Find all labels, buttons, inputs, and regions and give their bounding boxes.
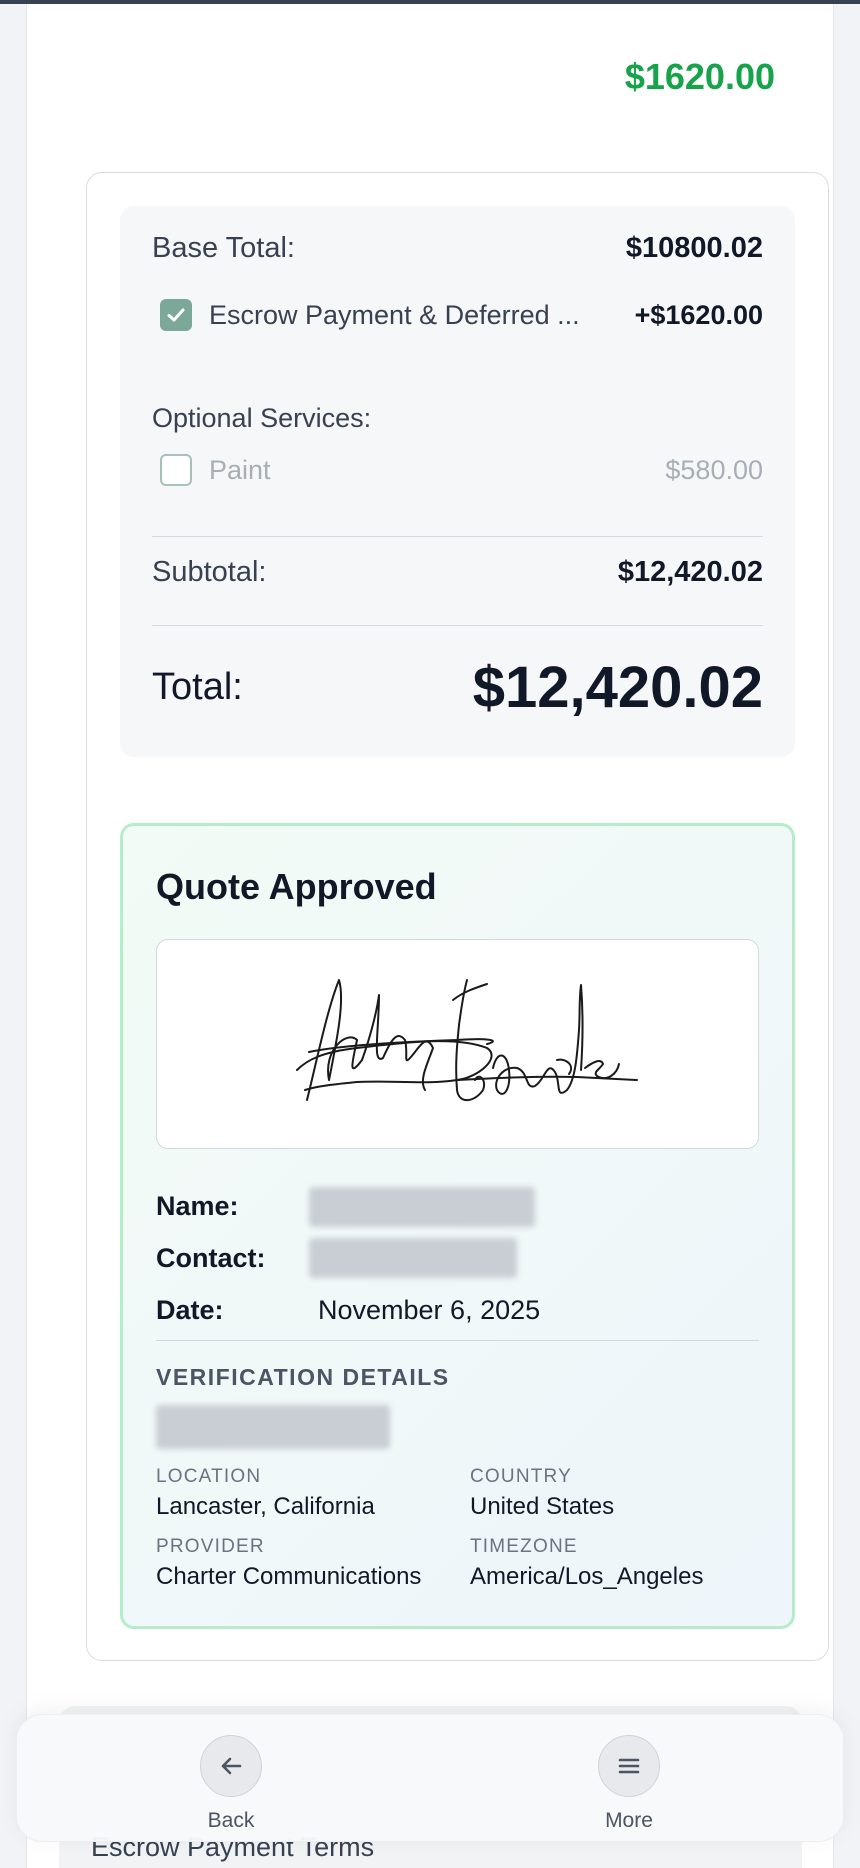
provider-value: Charter Communications [156,1563,422,1590]
signature-image [296,979,638,1102]
base-total-row: Base Total: $10800.02 [152,232,763,265]
back-button[interactable]: Back [171,1735,291,1833]
page-container: $1620.00 Base Total: $10800.02 Escrow Pa… [26,4,834,1868]
name-label: Name: [156,1191,239,1221]
bottom-nav-bar: Back More [16,1714,844,1842]
more-label: More [605,1809,653,1832]
more-button-circle[interactable] [598,1735,660,1797]
quote-approved-panel: Quote Approved Name: Contact: Date: Nove… [120,823,795,1629]
more-button[interactable]: More [569,1735,689,1833]
paint-option-label: Paint [209,454,271,485]
back-label: Back [207,1809,255,1832]
signature-box [156,939,759,1149]
ip-address-redacted [156,1405,390,1449]
approved-title: Quote Approved [156,866,437,907]
quote-card: Base Total: $10800.02 Escrow Payment & D… [86,172,829,1661]
optional-services-label: Optional Services: [152,403,372,433]
subtotal-label: Subtotal: [152,556,267,588]
subtotal-row: Subtotal: $12,420.02 [152,556,763,589]
location-value: Lancaster, California [156,1493,375,1520]
name-value-redacted [309,1187,535,1227]
country-caption: COUNTRY [470,1466,572,1487]
timezone-value: America/Los_Angeles [470,1563,704,1590]
base-total-value: $10800.02 [625,232,763,264]
summary-divider [152,536,763,537]
escrow-checkbox[interactable] [160,299,192,331]
verification-title: VERIFICATION DETAILS [156,1364,450,1390]
location-caption: LOCATION [156,1466,262,1487]
date-label: Date: [156,1295,224,1325]
back-button-circle[interactable] [200,1735,262,1797]
total-row: Total: $12,420.02 [152,654,763,721]
provider-caption: PROVIDER [156,1536,265,1557]
total-value: $12,420.02 [472,655,763,720]
country-value: United States [470,1493,615,1520]
escrow-option-amount: +$1620.00 [634,299,763,330]
escrow-option-row[interactable]: Escrow Payment & Deferred ... +$1620.00 [160,299,763,331]
total-divider [152,625,763,626]
timezone-caption: TIMEZONE [470,1536,578,1557]
base-total-label: Base Total: [152,232,295,264]
escrow-option-label: Escrow Payment & Deferred ... [209,299,580,330]
date-value: November 6, 2025 [318,1295,541,1325]
arrow-left-icon [221,1757,242,1775]
verification-divider [156,1340,759,1341]
contact-value-redacted [309,1238,517,1278]
paint-checkbox[interactable] [160,454,192,486]
price-summary: Base Total: $10800.02 Escrow Payment & D… [120,206,795,757]
subtotal-value: $12,420.02 [617,556,763,588]
paint-option-amount: $580.00 [665,454,763,485]
contact-label: Contact: [156,1243,266,1273]
menu-icon [618,1758,640,1774]
check-icon [167,308,185,322]
optional-item-paint[interactable]: Paint $580.00 [160,454,763,486]
total-label: Total: [152,666,243,708]
header-amount: $1620.00 [624,56,775,97]
